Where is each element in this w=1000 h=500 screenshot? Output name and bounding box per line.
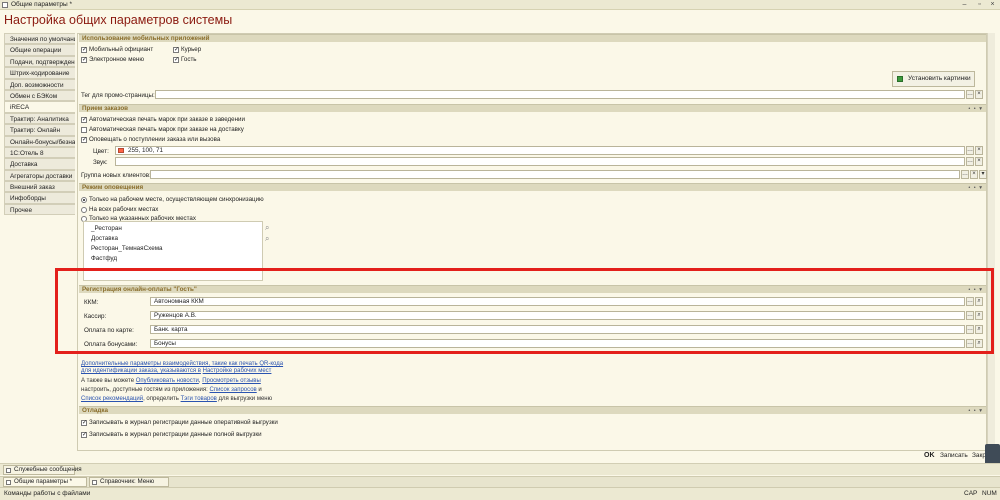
list-item[interactable]: Ресторан_ТемнаяСхема — [91, 245, 163, 252]
paperclip-remove-icon[interactable]: ⌕ — [265, 234, 269, 244]
section-mobile-header[interactable]: Использование мобильных приложений — [79, 34, 986, 42]
paperclip-icon[interactable]: ⌕ — [265, 223, 269, 233]
sidebar: Значения по умолчанию Общие операции Под… — [4, 33, 75, 216]
sidebar-item-ireca[interactable]: iRECA — [4, 101, 75, 113]
mobile-waiter-checkbox[interactable]: ✓ Мобильный официант — [81, 46, 153, 53]
section-orders-header[interactable]: Прием заказов • • ▾ — [79, 104, 986, 112]
collapse-icon[interactable]: • • ▾ — [968, 407, 983, 415]
info-line-5: Список рекомендаций, определить Тэги тов… — [81, 396, 273, 402]
taskbar-item-menu-catalog[interactable]: Справочник: Меню — [89, 477, 169, 487]
page-title: Настройка общих параметров системы — [4, 13, 233, 27]
sidebar-item-back-exchange[interactable]: Обмен с БЭКом — [4, 89, 75, 102]
num-indicator: NUM — [982, 490, 997, 497]
app-icon — [2, 2, 8, 8]
list-item[interactable]: Фастфуд — [91, 255, 117, 262]
collapse-icon[interactable]: • • ▾ — [968, 184, 983, 192]
notify-all-radio[interactable]: На всех рабочих местах — [81, 206, 158, 213]
color-clear-button[interactable]: × — [975, 146, 983, 155]
sidebar-item-delivery[interactable]: Доставка — [4, 158, 75, 170]
list-item[interactable]: _Ресторан — [91, 225, 122, 232]
color-select-button[interactable]: … — [966, 146, 974, 155]
caps-indicator: CAP — [964, 490, 978, 497]
save-button[interactable]: Записать — [940, 452, 968, 459]
vertical-scrollbar[interactable] — [987, 33, 995, 451]
install-images-button[interactable]: Установить картинки — [892, 71, 975, 87]
publish-news-link[interactable]: Опубликовать новости — [136, 378, 199, 384]
new-clients-input[interactable] — [150, 170, 960, 179]
section-debug-header[interactable]: Отладка • • ▾ — [79, 406, 986, 414]
new-clients-open-button[interactable]: ▾ — [979, 170, 987, 179]
requests-list-link[interactable]: Список запросов — [210, 387, 257, 393]
window-titlebar: Общие параметры * – ▫ × — [0, 0, 1000, 10]
tab-service-messages[interactable]: Служебные сообщения — [3, 465, 82, 475]
new-clients-label: Группа новых клиентов: — [81, 172, 151, 179]
list-item[interactable]: Доставка — [91, 235, 118, 242]
sidebar-item-analytics[interactable]: Трактир: Аналитика — [4, 112, 75, 125]
promo-tag-clear-button[interactable]: × — [975, 90, 983, 99]
sound-label: Звук: — [93, 159, 108, 166]
log-full-checkbox[interactable]: ✓ Записывать в журнал регистрации данные … — [81, 431, 262, 438]
sound-clear-button[interactable]: × — [975, 157, 983, 166]
recommendations-link[interactable]: Список рекомендаций — [81, 396, 143, 402]
close-icon[interactable]: × — [988, 1, 997, 9]
sidebar-item-external-order[interactable]: Внешний заказ — [4, 181, 75, 193]
info-line-4: настроить, доступные гостям из приложени… — [81, 387, 262, 393]
new-clients-clear-button[interactable]: × — [970, 170, 978, 179]
sidebar-item-extra[interactable]: Доп. возможности — [4, 78, 75, 90]
window-taskbar: Общие параметры * Справочник: Меню — [0, 476, 1000, 487]
courier-checkbox[interactable]: ✓ Курьер — [173, 46, 201, 53]
auto-print-venue-checkbox[interactable]: ✓ Автоматическая печать марок при заказе … — [81, 116, 245, 123]
restore-icon[interactable]: ▫ — [975, 1, 984, 9]
view-reviews-link[interactable]: Просмотреть отзывы — [202, 378, 261, 384]
collapse-icon[interactable]: • • ▾ — [968, 105, 983, 113]
sidebar-item-aggregators[interactable]: Агрегаторы доставки — [4, 169, 75, 182]
bottom-tabs: Служебные сообщения — [0, 463, 1000, 475]
auto-print-delivery-checkbox[interactable]: Автоматическая печать марок при заказе н… — [81, 126, 244, 133]
workplace-settings-link[interactable]: Настройке рабочих мест — [203, 368, 272, 374]
product-tags-link[interactable]: Тэги товаров — [181, 396, 217, 402]
window-icon — [6, 480, 11, 485]
sidebar-item-infoboards[interactable]: Инфоборды — [4, 192, 75, 204]
sound-input[interactable] — [115, 157, 965, 166]
promo-tag-label: Тег для промо-страницы: — [81, 92, 155, 99]
window-title: Общие параметры * — [11, 1, 73, 8]
color-input[interactable]: 255, 100, 71 — [115, 146, 965, 155]
image-icon — [897, 76, 903, 82]
close-button[interactable]: Закр — [972, 452, 986, 459]
promo-tag-select-button[interactable]: … — [966, 90, 974, 99]
color-swatch — [118, 148, 124, 153]
status-text: Команды работы с файлами — [4, 490, 91, 497]
color-label: Цвет: — [93, 148, 109, 155]
ok-button[interactable]: OK — [924, 452, 935, 459]
status-bar: Команды работы с файлами CAP NUM — [0, 487, 1000, 500]
taskbar-item-general-params[interactable]: Общие параметры * — [3, 477, 87, 487]
section-notify-mode-header[interactable]: Режим оповещения • • ▾ — [79, 183, 986, 191]
sidebar-item-barcodes[interactable]: Штрих-кодирование — [4, 67, 75, 79]
window-icon — [92, 480, 97, 485]
sidebar-item-confirmations[interactable]: Подачи, подтверждения — [4, 55, 75, 68]
sidebar-item-online[interactable]: Трактир: Онлайн — [4, 124, 75, 136]
sidebar-item-defaults[interactable]: Значения по умолчанию — [4, 33, 75, 45]
notify-sync-only-radio[interactable]: Только на рабочем месте, осуществляющем … — [81, 196, 264, 203]
section-title: Использование мобильных приложений — [82, 35, 210, 42]
messages-icon — [6, 468, 11, 473]
sidebar-item-other[interactable]: Прочее — [4, 203, 75, 216]
promo-tag-input[interactable] — [155, 90, 965, 99]
minimize-icon[interactable]: – — [960, 1, 969, 9]
emenu-checkbox[interactable]: ✓ Электронное меню — [81, 56, 144, 63]
guest-checkbox[interactable]: ✓ Гость — [173, 56, 197, 63]
info-line-2: для идентификации заказа, указываются в … — [81, 368, 272, 374]
sound-select-button[interactable]: … — [966, 157, 974, 166]
new-clients-select-button[interactable]: … — [961, 170, 969, 179]
notify-checkbox[interactable]: ✓ Оповещать о поступлении заказа или вызо… — [81, 136, 220, 143]
sidebar-item-bonuses[interactable]: Онлайн-бонусы/безнал — [4, 135, 75, 147]
log-online-checkbox[interactable]: ✓ Записывать в журнал регистрации данные … — [81, 419, 278, 426]
sidebar-item-general-ops[interactable]: Общие операции — [4, 44, 75, 56]
info-line-3: А также вы можете Опубликовать новости, … — [81, 378, 261, 384]
highlight-frame — [55, 268, 994, 354]
sidebar-item-hotel[interactable]: 1С:Отель 8 — [4, 146, 75, 159]
